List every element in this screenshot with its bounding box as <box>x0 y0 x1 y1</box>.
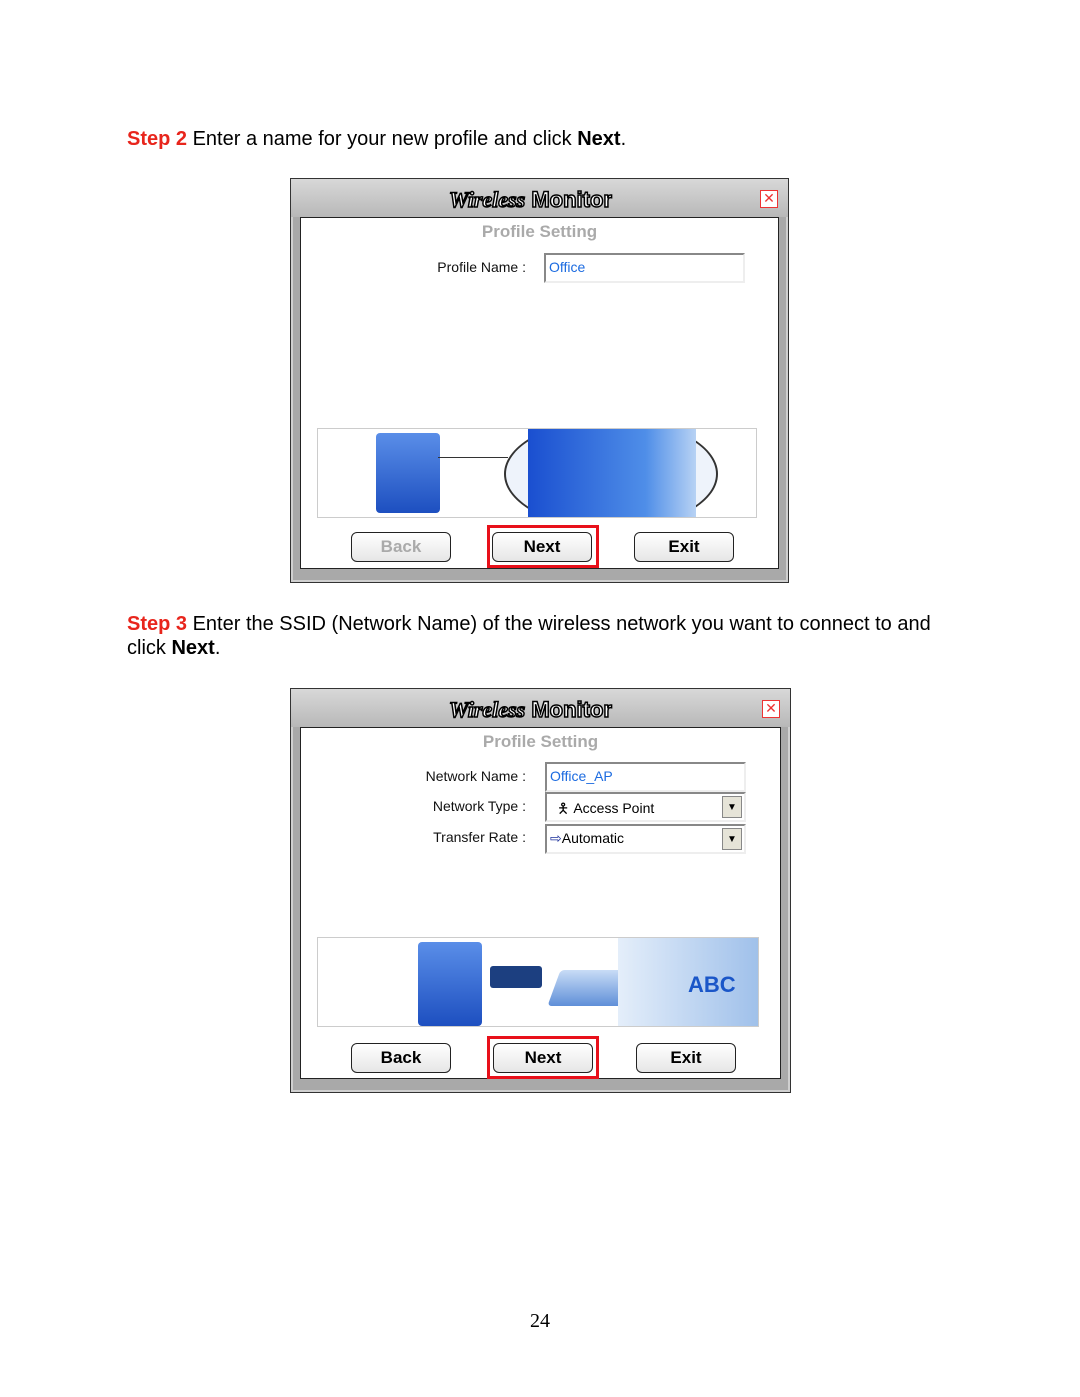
step-2-instruction: Step 2 Enter a name for your new profile… <box>127 128 627 150</box>
ssid-label: ABC <box>688 972 736 997</box>
close-icon[interactable]: ✕ <box>762 700 780 718</box>
step-3-instruction: Step 3 Enter the SSID (Network Name) of … <box>127 613 931 659</box>
access-point-icon: 🯅 <box>557 800 570 816</box>
network-name-input[interactable]: Office_AP <box>545 762 746 792</box>
transfer-rate-label: Transfer Rate : <box>433 829 526 845</box>
chevron-down-icon[interactable]: ▼ <box>722 796 742 818</box>
back-button[interactable]: Back <box>351 1043 451 1073</box>
content-panel: Profile Setting Network Name : Office_AP… <box>300 727 781 1079</box>
next-button[interactable]: Next <box>492 532 592 562</box>
transfer-rate-select[interactable]: ⇨Automatic ▼ <box>545 824 746 854</box>
back-button[interactable]: Back <box>351 532 451 562</box>
title-bar: Wireless Monitor ✕ <box>291 689 790 727</box>
laptop-to-card-illustration <box>317 428 757 518</box>
exit-button[interactable]: Exit <box>636 1043 736 1073</box>
arrow-right-icon: ⇨ <box>550 830 562 846</box>
card-icon <box>528 429 696 517</box>
page-number: 24 <box>530 1310 550 1332</box>
laptop-icon <box>418 942 482 1026</box>
content-panel: Profile Setting Profile Name : Office Ba… <box>300 217 779 569</box>
wireless-monitor-logo: Wireless Monitor <box>448 696 612 723</box>
title-bar: Wireless Monitor ✕ <box>291 179 788 217</box>
network-type-label: Network Type : <box>432 798 526 814</box>
network-type-select[interactable]: 🯅 Access Point ▼ <box>545 792 746 822</box>
next-button[interactable]: Next <box>493 1043 593 1073</box>
profile-name-dialog: Wireless Monitor ✕ Profile Setting Profi… <box>290 178 789 583</box>
profile-name-input[interactable]: Office <box>544 253 745 283</box>
network-name-label: Network Name : <box>425 768 526 784</box>
wireless-monitor-logo: Wireless Monitor <box>448 186 612 213</box>
laptop-icon <box>376 433 440 513</box>
network-settings-dialog: Wireless Monitor ✕ Profile Setting Netwo… <box>290 688 791 1093</box>
section-title: Profile Setting <box>482 732 599 751</box>
close-icon[interactable]: ✕ <box>760 190 778 208</box>
profile-name-label: Profile Name : <box>437 259 526 275</box>
exit-button[interactable]: Exit <box>634 532 734 562</box>
chevron-down-icon[interactable]: ▼ <box>722 828 742 850</box>
network-illustration: ABC <box>317 937 759 1027</box>
section-title: Profile Setting <box>481 222 598 241</box>
card-icon <box>490 966 542 988</box>
